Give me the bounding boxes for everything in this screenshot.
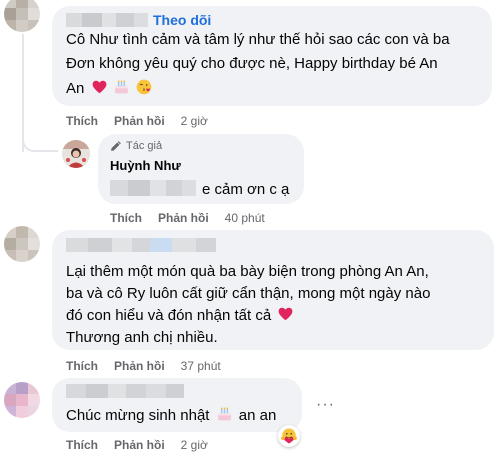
reply-actions: Thích Phản hồi 40 phút [110, 211, 265, 225]
birthday-cake-emoji [217, 407, 231, 421]
face-blowing-kiss-emoji [136, 79, 152, 95]
comment-actions: Thích Phản hồi 2 giờ [66, 438, 208, 452]
like-button[interactable]: Thích [66, 438, 98, 452]
comment-text-line: Thương anh chị nhiều. [66, 329, 218, 346]
comment-timestamp[interactable]: 2 giờ [181, 438, 208, 452]
reply-timestamp[interactable]: 40 phút [225, 211, 265, 225]
commenter-name-blurred[interactable] [66, 13, 148, 27]
reply-button[interactable]: Phản hồi [114, 359, 165, 373]
comment-text-line: Chúc mừng sinh nhật an an [66, 407, 277, 424]
reply-button[interactable]: Phản hồi [114, 114, 165, 128]
comment-timestamp[interactable]: 2 giờ [181, 114, 208, 128]
author-badge: Tác giả [110, 140, 162, 152]
author-avatar[interactable] [62, 140, 90, 168]
comment-text-line: ba và cô Ry luôn cất giữ cẩn thận, mong … [66, 285, 431, 302]
follow-link[interactable]: Theo dõi [153, 12, 211, 28]
pencil-icon [111, 141, 121, 151]
reply-text-blurred [110, 180, 196, 196]
reply-text: e cảm ơn c ạ [202, 181, 290, 198]
comment-text-line: Cô Như tình cảm và tâm lý như thế hỏi sa… [66, 31, 450, 48]
comment-text-line: đó con hiểu và đón nhận tất cả [66, 306, 293, 326]
commenter-name-blurred[interactable] [66, 238, 216, 252]
birthday-cake-emoji [114, 80, 128, 94]
commenter-avatar[interactable] [4, 226, 40, 262]
commenter-avatar[interactable] [4, 382, 40, 418]
hugging-face-emoji [281, 428, 297, 444]
like-button[interactable]: Thích [110, 211, 142, 225]
comment-actions: Thích Phản hồi 37 phút [66, 359, 221, 373]
author-name[interactable]: Huỳnh Như [110, 158, 181, 173]
reply-button[interactable]: Phản hồi [158, 211, 209, 225]
more-options-icon[interactable]: ··· [316, 396, 335, 414]
comment-timestamp[interactable]: 37 phút [181, 359, 221, 373]
comment-text-line: Đơn không yêu quý cho được nè, Happy bir… [66, 55, 438, 72]
reply-thread-line [22, 34, 24, 152]
comment-actions: Thích Phản hồi 2 giờ [66, 114, 208, 128]
comment-text-line: Lại thêm một món quà ba bày biện trong p… [66, 263, 429, 280]
like-button[interactable]: Thích [66, 359, 98, 373]
red-heart-emoji [278, 307, 293, 321]
commenter-avatar[interactable] [4, 0, 40, 32]
reply-thread-connector [22, 136, 58, 152]
reaction-badge[interactable] [278, 425, 300, 447]
commenter-name-blurred[interactable] [66, 384, 184, 398]
red-heart-emoji [92, 80, 106, 94]
reply-button[interactable]: Phản hồi [114, 438, 165, 452]
like-button[interactable]: Thích [66, 114, 98, 128]
comment-text-line: An [66, 79, 152, 99]
author-badge-label: Tác giả [126, 140, 163, 152]
